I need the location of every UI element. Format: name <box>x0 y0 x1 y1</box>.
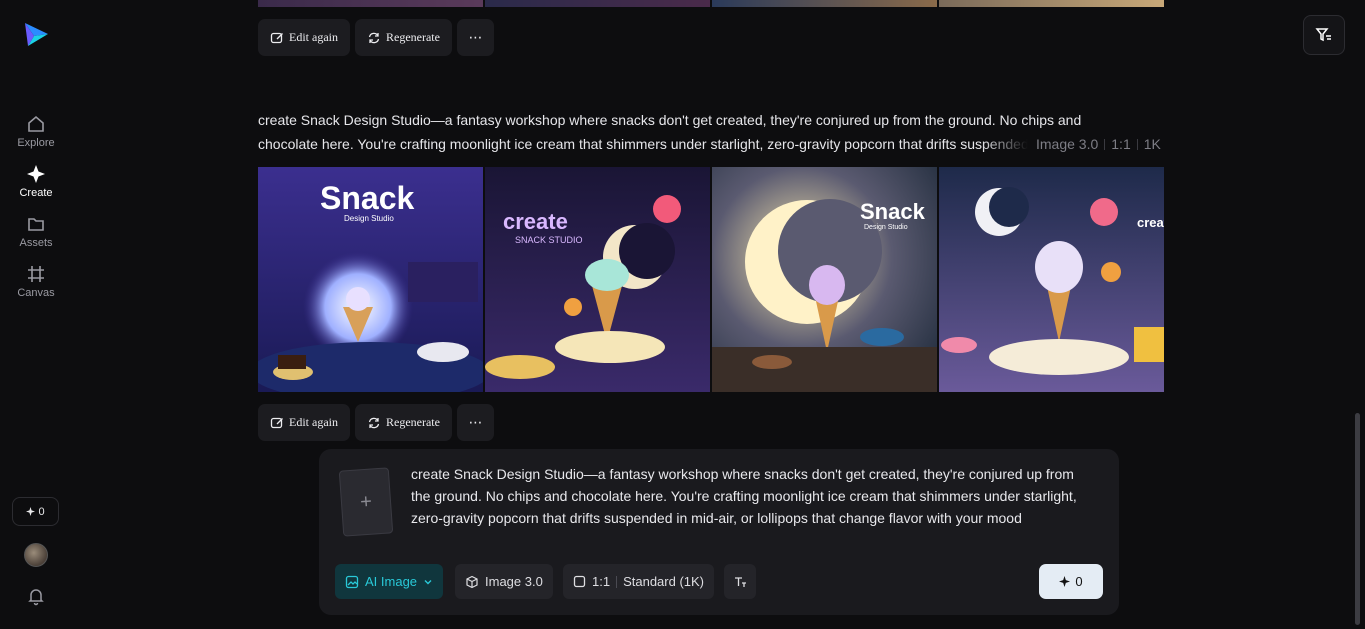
mode-selector[interactable]: AI Image <box>335 564 444 599</box>
sidebar-item-label: Canvas <box>17 287 55 299</box>
regenerate-button[interactable]: Regenerate <box>354 404 452 441</box>
bell-icon[interactable] <box>26 586 46 606</box>
divider <box>616 575 618 588</box>
image-title: create <box>503 209 568 234</box>
filter-button[interactable] <box>1303 15 1345 55</box>
image-subtitle: Design Studio <box>344 214 394 223</box>
more-icon: ⋯ <box>468 414 483 431</box>
text-style-button[interactable] <box>724 564 756 599</box>
add-reference-image-button[interactable]: + <box>338 467 394 537</box>
sidebar-item-explore[interactable]: Explore <box>0 113 72 149</box>
sidebar-item-label: Explore <box>17 137 55 149</box>
ratio-label: 1:1 <box>1111 136 1131 152</box>
sparkle-icon <box>1059 576 1071 587</box>
edit-icon <box>270 417 283 428</box>
sidebar: Explore Create Assets Canvas 0 <box>0 0 72 629</box>
prompt-line: create Snack Design Studio—a fantasy wor… <box>258 112 1082 128</box>
prompt-input-line: the ground. No chips and chocolate here.… <box>411 488 1077 504</box>
edit-again-label: Edit again <box>289 30 338 44</box>
regenerate-label: Regenerate <box>385 30 440 44</box>
ratio-label: 1:1 <box>592 574 611 589</box>
plus-icon: + <box>359 490 373 513</box>
sparkle-icon <box>27 165 45 183</box>
chevron-down-icon <box>424 579 432 584</box>
divider <box>1136 138 1138 150</box>
generated-image[interactable]: Snack Design Studio <box>712 167 937 392</box>
image-title: create <box>1137 215 1164 230</box>
edit-icon <box>270 32 283 43</box>
image-subtitle: Design Studio <box>864 224 908 231</box>
edit-again-button[interactable]: Edit again <box>258 404 350 441</box>
aspect-ratio-icon <box>573 575 586 588</box>
scrollbar[interactable] <box>1355 413 1360 625</box>
divider <box>1104 138 1106 150</box>
image-title: Snack <box>860 199 926 224</box>
credits-badge[interactable]: 0 <box>12 497 59 526</box>
sidebar-item-canvas[interactable]: Canvas <box>0 263 72 299</box>
model-label: Image 3.0 <box>485 574 543 589</box>
home-icon <box>28 115 44 132</box>
sparkle-icon <box>26 507 36 516</box>
generated-image[interactable]: Snack Design Studio <box>258 167 483 392</box>
generate-cost: 0 <box>1075 574 1083 589</box>
generation-meta: Image 3.0 1:1 1K <box>1036 132 1161 156</box>
avatar[interactable] <box>24 543 48 567</box>
prompt-input-line: zero-gravity popcorn that drifts suspend… <box>411 510 1022 526</box>
resolution-label: 1K <box>1143 136 1161 152</box>
regenerate-button[interactable]: Regenerate <box>354 19 452 56</box>
generated-images: Snack Design Studio create SNACK STUDIO <box>258 167 1164 392</box>
more-options-button[interactable]: ⋯ <box>456 19 494 56</box>
sidebar-item-label: Assets <box>19 237 53 249</box>
folder-icon <box>28 218 44 231</box>
more-options-button[interactable]: ⋯ <box>456 404 494 441</box>
prompt-input-line: create Snack Design Studio—a fantasy wor… <box>411 466 1074 482</box>
cube-icon <box>466 575 478 588</box>
sidebar-item-assets[interactable]: Assets <box>0 213 72 249</box>
generate-button[interactable]: 0 <box>1039 564 1103 599</box>
mode-label: AI Image <box>365 574 418 589</box>
edit-again-button[interactable]: Edit again <box>258 19 350 56</box>
prompt-line: chocolate here. You're crafting moonligh… <box>258 136 1028 152</box>
edit-again-label: Edit again <box>289 415 338 429</box>
action-row: Edit again Regenerate ⋯ <box>258 19 494 56</box>
image-mode-icon <box>345 575 359 588</box>
credits-count: 0 <box>38 505 45 518</box>
model-selector[interactable]: Image 3.0 <box>455 564 553 599</box>
generated-image[interactable]: create <box>939 167 1164 392</box>
refresh-icon <box>368 417 380 428</box>
sidebar-item-label: Create <box>19 187 53 199</box>
ratio-quality-selector[interactable]: 1:1 Standard (1K) <box>563 564 715 599</box>
grid-icon <box>28 266 44 282</box>
generation-prompt: create Snack Design Studio—a fantasy wor… <box>258 108 1168 156</box>
filter-icon <box>1315 28 1331 42</box>
text-icon <box>735 576 746 587</box>
previous-generation-images <box>258 0 1164 7</box>
refresh-icon <box>368 32 380 43</box>
quality-label: Standard (1K) <box>623 574 705 589</box>
sidebar-item-create[interactable]: Create <box>0 163 72 199</box>
prompt-input[interactable]: create Snack Design Studio—a fantasy wor… <box>411 463 1111 529</box>
image-subtitle: SNACK STUDIO <box>515 235 583 245</box>
more-icon: ⋯ <box>468 29 483 46</box>
prompt-composer: + create Snack Design Studio—a fantasy w… <box>319 449 1119 615</box>
model-label: Image 3.0 <box>1036 136 1099 152</box>
regenerate-label: Regenerate <box>385 415 440 429</box>
image-title: Snack <box>320 180 414 216</box>
generated-image[interactable]: create SNACK STUDIO <box>485 167 710 392</box>
app-logo[interactable] <box>22 20 50 48</box>
action-row: Edit again Regenerate ⋯ <box>258 404 494 441</box>
